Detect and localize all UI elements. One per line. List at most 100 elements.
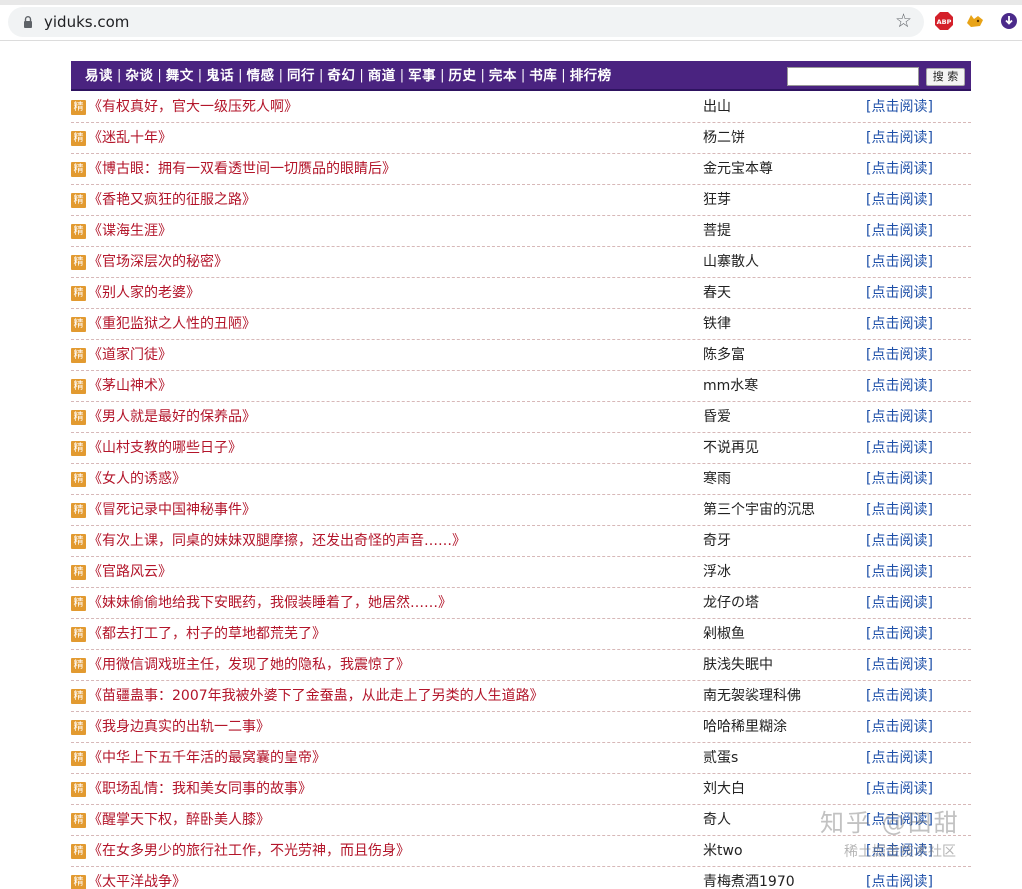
nav-link[interactable]: 鬼话: [206, 67, 234, 85]
book-row: 精《女人的诱惑》 寒雨 [点击阅读]: [71, 464, 971, 495]
book-row: 精《道家门徒》 陈多富 [点击阅读]: [71, 340, 971, 371]
book-title-link[interactable]: 《官路风云》: [88, 563, 172, 581]
nav-link[interactable]: 情感: [247, 67, 275, 85]
book-row: 精《男人就是最好的保养品》 昏爱 [点击阅读]: [71, 402, 971, 433]
nav-link[interactable]: 杂谈: [125, 67, 153, 85]
nav-link[interactable]: 商道: [368, 67, 396, 85]
book-author: mm水寒: [703, 378, 759, 394]
book-title-link[interactable]: 《用微信调戏班主任，发现了她的隐私，我震惊了》: [88, 656, 410, 674]
read-link[interactable]: [点击阅读]: [866, 98, 933, 116]
book-title-link[interactable]: 《妹妹偷偷地给我下安眠药，我假装睡着了，她居然……》: [88, 594, 452, 612]
read-link[interactable]: [点击阅读]: [866, 563, 933, 581]
book-title-link[interactable]: 《在女多男少的旅行社工作，不光劳神，而且伤身》: [88, 842, 410, 860]
book-row: 精《重犯监狱之人性的丑陋》 铁律 [点击阅读]: [71, 309, 971, 340]
book-author: 狂芽: [703, 192, 731, 208]
book-row: 精《职场乱情：我和美女同事的故事》 刘大白 [点击阅读]: [71, 774, 971, 805]
book-row: 精《都去打工了，村子的草地都荒芜了》 剁椒鱼 [点击阅读]: [71, 619, 971, 650]
book-title-link[interactable]: 《道家门徒》: [88, 346, 172, 364]
nav-link[interactable]: 书库: [529, 67, 557, 85]
nav-link[interactable]: 舞文: [166, 67, 194, 85]
book-list: 精《有权真好，官大一级压死人啊》 出山 [点击阅读] 精《迷乱十年》 杨二饼 [点击阅读]…: [71, 92, 971, 889]
read-link[interactable]: [点击阅读]: [866, 873, 933, 889]
read-link[interactable]: [点击阅读]: [866, 501, 933, 519]
featured-badge: 精: [71, 782, 86, 797]
book-author: 龙仔の塔: [703, 595, 759, 611]
fox-extension-icon[interactable]: [965, 11, 985, 31]
search-button[interactable]: 搜 索: [926, 68, 965, 86]
read-link[interactable]: [点击阅读]: [866, 625, 933, 643]
nav-link[interactable]: 奇幻: [327, 67, 355, 85]
nav-link[interactable]: 军事: [408, 67, 436, 85]
featured-badge: 精: [71, 255, 86, 270]
book-title-link[interactable]: 《重犯监狱之人性的丑陋》: [88, 315, 256, 333]
book-author: 奇牙: [703, 533, 731, 549]
book-title-link[interactable]: 《山村支教的哪些日子》: [88, 439, 242, 457]
book-title-link[interactable]: 《有权真好，官大一级压死人啊》: [88, 98, 298, 116]
book-title-link[interactable]: 《苗疆蛊事：2007年我被外婆下了金蚕蛊，从此走上了另类的人生道路》: [88, 687, 544, 705]
book-author: 米two: [703, 843, 743, 859]
book-title-link[interactable]: 《茅山神术》: [88, 377, 172, 395]
nav-separator: |: [197, 68, 203, 83]
address-bar[interactable]: yiduks.com ☆: [8, 7, 924, 37]
read-link[interactable]: [点击阅读]: [866, 718, 933, 736]
nav-separator: |: [117, 68, 122, 83]
read-link[interactable]: [点击阅读]: [866, 656, 933, 674]
read-link[interactable]: [点击阅读]: [866, 191, 933, 209]
featured-badge: 精: [71, 317, 86, 332]
book-title-link[interactable]: 《迷乱十年》: [88, 129, 172, 147]
read-link[interactable]: [点击阅读]: [866, 687, 933, 705]
adblock-plus-icon[interactable]: ABP: [934, 11, 954, 31]
book-title-link[interactable]: 《都去打工了，村子的草地都荒芜了》: [88, 625, 326, 643]
book-row: 精《苗疆蛊事：2007年我被外婆下了金蚕蛊，从此走上了另类的人生道路》 南无袈裟理…: [71, 681, 971, 712]
nav-link[interactable]: 同行: [287, 67, 315, 85]
featured-badge: 精: [71, 348, 86, 363]
read-link[interactable]: [点击阅读]: [866, 377, 933, 395]
read-link[interactable]: [点击阅读]: [866, 439, 933, 457]
book-title-link[interactable]: 《太平洋战争》: [88, 873, 186, 889]
book-title-link[interactable]: 《职场乱情：我和美女同事的故事》: [88, 780, 312, 798]
nav-separator: |: [399, 68, 405, 83]
nav-link[interactable]: 排行榜: [570, 67, 612, 85]
book-title-link[interactable]: 《冒死记录中国神秘事件》: [88, 501, 256, 519]
book-title-link[interactable]: 《香艳又疯狂的征服之路》: [88, 191, 256, 209]
featured-badge: 精: [71, 689, 86, 704]
book-title-link[interactable]: 《男人就是最好的保养品》: [88, 408, 256, 426]
nav-link[interactable]: 历史: [449, 67, 477, 85]
read-link[interactable]: [点击阅读]: [866, 749, 933, 767]
book-title-link[interactable]: 《别人家的老婆》: [88, 284, 200, 302]
read-link[interactable]: [点击阅读]: [866, 594, 933, 612]
read-link[interactable]: [点击阅读]: [866, 532, 933, 550]
nav-link[interactable]: 易读: [85, 67, 113, 85]
read-link[interactable]: [点击阅读]: [866, 315, 933, 333]
read-link[interactable]: [点击阅读]: [866, 253, 933, 271]
read-link[interactable]: [点击阅读]: [866, 346, 933, 364]
read-link[interactable]: [点击阅读]: [866, 129, 933, 147]
book-row: 精《博古眼：拥有一双看透世间一切赝品的眼睛后》 金元宝本尊 [点击阅读]: [71, 154, 971, 185]
book-author: 哈哈稀里糊涂: [703, 719, 787, 735]
url-text[interactable]: yiduks.com: [44, 12, 129, 32]
read-link[interactable]: [点击阅读]: [866, 160, 933, 178]
featured-badge: 精: [71, 844, 86, 859]
book-title-link[interactable]: 《官场深层次的秘密》: [88, 253, 228, 271]
book-title-link[interactable]: 《中华上下五千年活的最窝囊的皇帝》: [88, 749, 326, 767]
bookmark-star-icon[interactable]: ☆: [895, 10, 912, 32]
featured-badge: 精: [71, 534, 86, 549]
download-extension-icon[interactable]: [999, 11, 1019, 31]
search-input[interactable]: [787, 67, 919, 86]
featured-badge: 精: [71, 565, 86, 580]
read-link[interactable]: [点击阅读]: [866, 222, 933, 240]
read-link[interactable]: [点击阅读]: [866, 780, 933, 798]
read-link[interactable]: [点击阅读]: [866, 284, 933, 302]
book-title-link[interactable]: 《谍海生涯》: [88, 222, 172, 240]
book-title-link[interactable]: 《醒掌天下权，醉卧美人膝》: [88, 811, 270, 829]
featured-badge: 精: [71, 286, 86, 301]
book-title-link[interactable]: 《我身边真实的出轨一二事》: [88, 718, 270, 736]
nav-link[interactable]: 完本: [489, 67, 517, 85]
read-link[interactable]: [点击阅读]: [866, 470, 933, 488]
book-title-link[interactable]: 《女人的诱惑》: [88, 470, 186, 488]
read-link[interactable]: [点击阅读]: [866, 408, 933, 426]
lock-icon[interactable]: [21, 15, 35, 29]
book-title-link[interactable]: 《有次上课，同桌的妹妹双腿摩擦，还发出奇怪的声音……》: [88, 532, 466, 550]
book-author: 奇人: [703, 812, 731, 828]
book-title-link[interactable]: 《博古眼：拥有一双看透世间一切赝品的眼睛后》: [88, 160, 396, 178]
